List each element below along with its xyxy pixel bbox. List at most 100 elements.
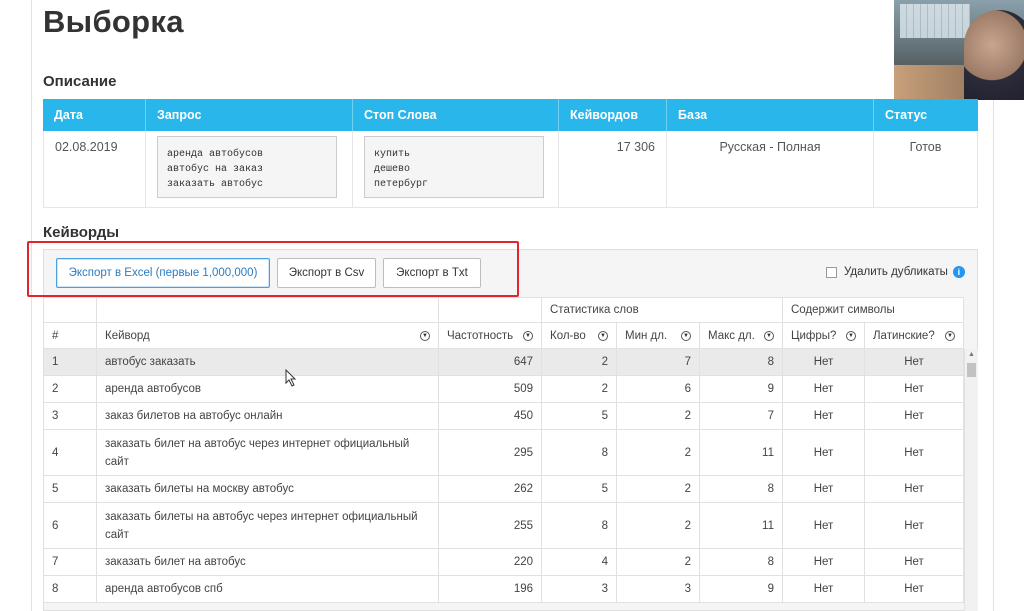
row-min-length: 7: [617, 349, 700, 375]
remove-duplicates-label: Удалить дубликаты: [844, 266, 948, 278]
group-contains-symbols: Содержит символы: [783, 298, 964, 322]
remove-duplicates-toggle[interactable]: Удалить дубликаты i: [826, 266, 965, 278]
grid-group-header: Статистика слов Содержит символы: [43, 297, 964, 323]
row-frequency: 450: [439, 403, 542, 429]
scroll-up-arrow-icon[interactable]: ▲: [968, 351, 975, 358]
col-count[interactable]: Кол-во ▼: [542, 323, 617, 348]
filter-icon[interactable]: ▼: [945, 330, 955, 341]
row-max-length: 8: [700, 549, 783, 575]
col-digits-label: Цифры?: [791, 329, 837, 342]
grid-body: 1 автобус заказать 647 2 7 8 Нет Нет 2 аренда авт…: [43, 349, 964, 603]
col-count-label: Кол-во: [550, 329, 586, 342]
description-heading: Описание: [43, 73, 117, 90]
row-min-length: 2: [617, 403, 700, 429]
col-query: Запрос: [146, 99, 353, 131]
row-digits: Нет: [783, 403, 865, 429]
table-row[interactable]: 8 аренда автобусов спб 196 3 3 9 Нет Нет: [43, 576, 964, 603]
row-keyword: аренда автобусов спб: [97, 576, 439, 602]
row-max-length: 7: [700, 403, 783, 429]
col-status: Статус: [885, 108, 928, 122]
row-number: 7: [43, 549, 97, 575]
row-latin: Нет: [865, 376, 964, 402]
col-frequency[interactable]: Частотность ▼: [439, 323, 542, 348]
row-min-length: 3: [617, 576, 700, 602]
desc-stop-words-cell: купить дешево петербург: [353, 131, 559, 207]
description-header-row: Дата Запрос Стоп Слова Кейвордов База Ст…: [43, 99, 978, 131]
group-word-stats: Статистика слов: [542, 298, 783, 322]
filter-icon[interactable]: ▼: [764, 330, 774, 341]
col-date: Дата: [43, 99, 146, 131]
row-number: 3: [43, 403, 97, 429]
filter-icon[interactable]: ▼: [598, 330, 608, 341]
webcam-background-screen: [900, 4, 970, 38]
grid-scrollbar[interactable]: ▲: [964, 349, 978, 611]
row-number: 8: [43, 576, 97, 602]
table-row[interactable]: 1 автобус заказать 647 2 7 8 Нет Нет: [43, 349, 964, 376]
table-row[interactable]: 4 заказать билет на автобус через интерне…: [43, 430, 964, 476]
keywords-heading: Кейворды: [43, 224, 120, 241]
row-max-length: 11: [700, 503, 783, 548]
row-latin: Нет: [865, 576, 964, 602]
col-keyword-label: Кейворд: [105, 329, 150, 342]
col-latin-label: Латинские?: [873, 329, 935, 342]
row-frequency: 220: [439, 549, 542, 575]
row-count: 4: [542, 549, 617, 575]
row-max-length: 9: [700, 576, 783, 602]
row-frequency: 509: [439, 376, 542, 402]
desc-keywords-count: 17 306: [559, 131, 667, 207]
table-row[interactable]: 2 аренда автобусов 509 2 6 9 Нет Нет: [43, 376, 964, 403]
row-latin: Нет: [865, 349, 964, 375]
row-count: 2: [542, 376, 617, 402]
col-max-length[interactable]: Макс дл. ▼: [700, 323, 783, 348]
row-max-length: 8: [700, 476, 783, 502]
row-latin: Нет: [865, 476, 964, 502]
stop-words-textbox[interactable]: купить дешево петербург: [364, 136, 544, 198]
row-frequency: 196: [439, 576, 542, 602]
filter-icon[interactable]: ▼: [846, 330, 856, 341]
row-min-length: 2: [617, 503, 700, 548]
info-icon[interactable]: i: [952, 266, 965, 278]
row-digits: Нет: [783, 349, 865, 375]
col-min-length[interactable]: Мин дл. ▼: [617, 323, 700, 348]
group-spacer-2: [97, 298, 439, 322]
col-keyword[interactable]: Кейворд ▼: [97, 323, 439, 348]
filter-icon[interactable]: ▼: [523, 330, 533, 341]
row-min-length: 6: [617, 376, 700, 402]
grid-column-header: # Кейворд ▼ Частотность ▼ Кол-во ▼ Мин дл. ▼…: [43, 323, 964, 349]
remove-duplicates-checkbox[interactable]: [826, 266, 837, 278]
table-row[interactable]: 6 заказать билеты на автобус через интерн…: [43, 503, 964, 549]
row-keyword: аренда автобусов: [97, 376, 439, 402]
row-latin: Нет: [865, 403, 964, 429]
row-digits: Нет: [783, 376, 865, 402]
table-row[interactable]: 7 заказать билет на автобус 220 4 2 8 Нет Нет: [43, 549, 964, 576]
row-digits: Нет: [783, 476, 865, 502]
webcam-person: [964, 10, 1024, 100]
table-row[interactable]: 3 заказ билетов на автобус онлайн 450 5 2 7 Не…: [43, 403, 964, 430]
group-spacer-3: [439, 298, 542, 322]
desc-date: 02.08.2019: [43, 131, 146, 207]
col-stop-words: Стоп Слова: [353, 99, 559, 131]
row-latin: Нет: [865, 549, 964, 575]
row-frequency: 255: [439, 503, 542, 548]
row-count: 3: [542, 576, 617, 602]
row-number: 6: [43, 503, 97, 548]
row-number: 4: [43, 430, 97, 475]
row-number: 1: [43, 349, 97, 375]
col-number: #: [43, 323, 97, 348]
col-digits[interactable]: Цифры? ▼: [783, 323, 865, 348]
row-latin: Нет: [865, 503, 964, 548]
row-max-length: 9: [700, 376, 783, 402]
mouse-cursor-icon: [285, 369, 297, 387]
query-textbox[interactable]: аренда автобусов автобус на заказ заказа…: [157, 136, 337, 198]
col-keywords-count: Кейвордов: [559, 99, 667, 131]
table-row[interactable]: 5 заказать билеты на москву автобус 262 5 2 8…: [43, 476, 964, 503]
row-count: 5: [542, 403, 617, 429]
filter-icon[interactable]: ▼: [681, 330, 691, 341]
description-table: Дата Запрос Стоп Слова Кейвордов База Ст…: [43, 99, 978, 208]
scrollbar-thumb[interactable]: [967, 363, 976, 377]
row-count: 8: [542, 503, 617, 548]
filter-icon[interactable]: ▼: [420, 330, 430, 341]
row-keyword: заказ билетов на автобус онлайн: [97, 403, 439, 429]
col-base: База: [667, 99, 874, 131]
col-latin[interactable]: Латинские? ▼: [865, 323, 964, 348]
